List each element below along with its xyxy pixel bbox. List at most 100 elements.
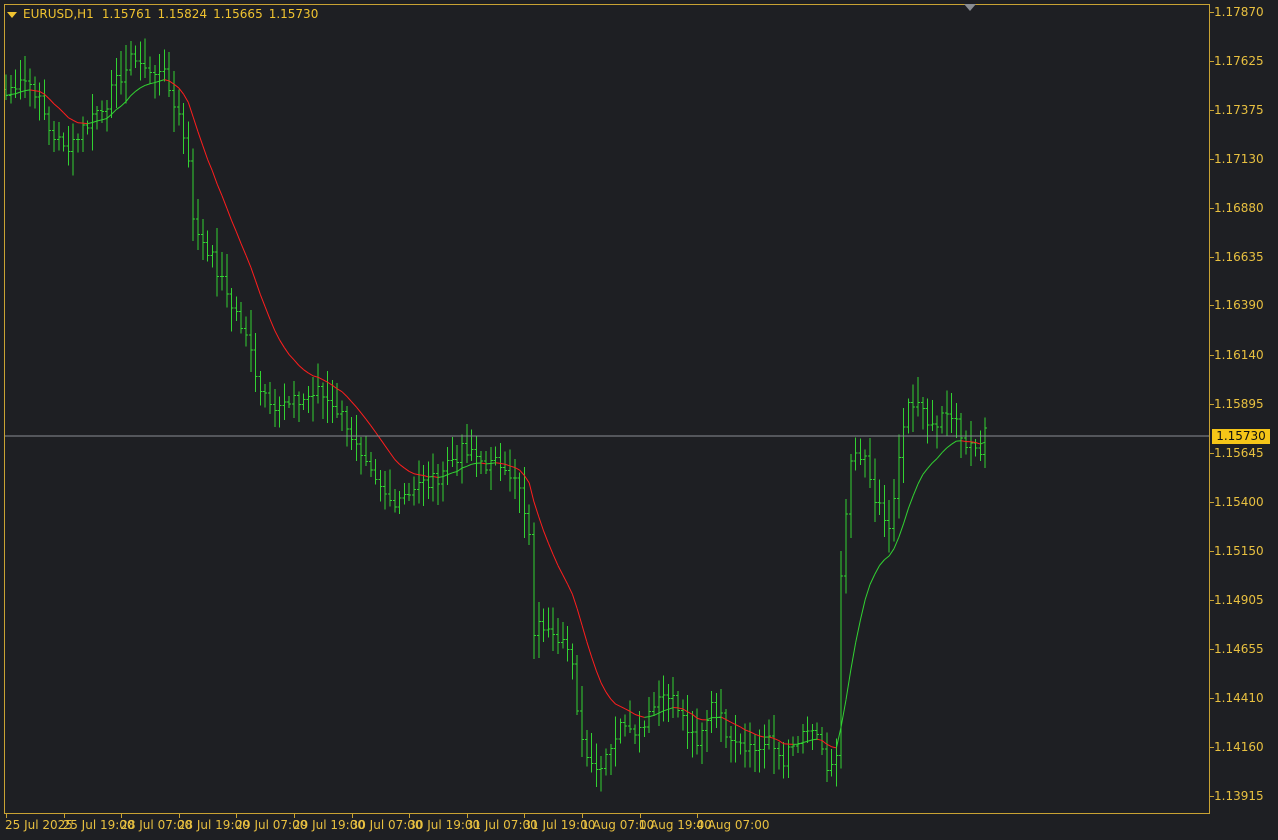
ma-segment bbox=[538, 516, 545, 532]
ma-segment bbox=[961, 440, 967, 443]
ma-segment bbox=[523, 475, 530, 484]
price-tick-label: 1.14410 bbox=[1214, 690, 1264, 705]
price-bar bbox=[877, 479, 882, 515]
ma-segment bbox=[716, 716, 722, 719]
price-bar bbox=[325, 371, 330, 423]
price-bar bbox=[647, 697, 652, 734]
price-bar bbox=[28, 68, 32, 107]
price-bar bbox=[719, 688, 724, 742]
price-bar bbox=[61, 132, 66, 152]
price-bar bbox=[104, 100, 109, 132]
price-bar bbox=[954, 402, 959, 438]
ma-segment bbox=[600, 682, 607, 693]
ma-segment bbox=[442, 474, 448, 478]
price-tick-label: 1.16880 bbox=[1214, 201, 1264, 216]
ma-segment bbox=[481, 462, 487, 465]
ma-segment bbox=[826, 743, 832, 748]
ma-segment bbox=[831, 746, 837, 749]
price-bar bbox=[268, 382, 272, 414]
ma-segment bbox=[778, 740, 784, 745]
chart-window[interactable]: EURUSD,H1 1.15761 1.15824 1.15665 1.1573… bbox=[0, 0, 1278, 840]
price-bar bbox=[608, 744, 613, 775]
price-bar bbox=[80, 116, 85, 153]
ma-segment bbox=[197, 131, 204, 146]
price-tick-label: 1.17375 bbox=[1214, 103, 1264, 118]
ma-segment bbox=[130, 90, 136, 96]
price-tick-label: 1.17130 bbox=[1214, 151, 1264, 166]
price-bar bbox=[762, 724, 767, 769]
ma-segment bbox=[34, 90, 40, 92]
price-bar bbox=[858, 438, 863, 465]
ma-segment bbox=[259, 294, 266, 308]
ma-segment bbox=[231, 220, 237, 233]
ma-segment bbox=[447, 472, 453, 476]
price-bar bbox=[594, 743, 599, 788]
price-bar bbox=[949, 392, 954, 433]
price-tick-label: 1.14655 bbox=[1214, 642, 1264, 657]
ma-segment bbox=[528, 482, 535, 503]
price-bar bbox=[248, 309, 253, 372]
ma-segment bbox=[452, 471, 458, 474]
ma-segment bbox=[63, 112, 69, 118]
price-bar bbox=[373, 459, 378, 485]
price-bar bbox=[536, 602, 541, 659]
price-bar bbox=[52, 121, 56, 153]
ma-segment bbox=[72, 119, 79, 124]
ma-segment bbox=[211, 170, 218, 185]
ma-segment bbox=[433, 476, 439, 478]
ma-segment bbox=[25, 89, 31, 92]
ma-segment bbox=[264, 306, 271, 320]
ma-segment bbox=[274, 330, 281, 341]
ma-segment bbox=[404, 467, 410, 472]
ma-segment bbox=[183, 93, 189, 103]
price-bar bbox=[469, 429, 474, 462]
symbol-info-bar: EURUSD,H1 1.15761 1.15824 1.15665 1.1573… bbox=[7, 6, 324, 22]
price-bar bbox=[359, 436, 364, 475]
price-bar bbox=[512, 458, 517, 499]
ma-segment bbox=[720, 716, 727, 720]
dropdown-triangle-icon[interactable] bbox=[7, 11, 17, 18]
price-bar bbox=[968, 421, 973, 467]
price-bar bbox=[940, 406, 944, 434]
ma-segment bbox=[754, 733, 760, 737]
price-bar bbox=[200, 219, 205, 260]
price-bar bbox=[892, 478, 896, 542]
price-bar bbox=[733, 715, 738, 763]
ma-segment bbox=[888, 548, 895, 557]
price-bar bbox=[311, 377, 316, 422]
ma-segment bbox=[370, 425, 377, 433]
price-bar bbox=[220, 252, 224, 291]
price-bar bbox=[604, 748, 608, 776]
price-bar bbox=[76, 133, 80, 153]
price-bar bbox=[272, 389, 277, 427]
ma-segment bbox=[245, 255, 252, 268]
price-bar bbox=[930, 400, 935, 432]
price-bar bbox=[575, 654, 580, 716]
ma-segment bbox=[922, 468, 928, 475]
ma-segment bbox=[279, 339, 285, 348]
price-bar bbox=[935, 415, 940, 449]
price-bar bbox=[853, 437, 858, 471]
price-bar bbox=[176, 89, 181, 126]
price-bar bbox=[868, 437, 872, 488]
ma-segment bbox=[855, 619, 861, 643]
ma-segment bbox=[658, 710, 664, 714]
price-bar bbox=[181, 102, 186, 155]
ma-segment bbox=[586, 641, 593, 658]
price-bar bbox=[23, 56, 28, 99]
ma-segment bbox=[946, 443, 952, 449]
chart-shift-marker-icon[interactable] bbox=[964, 4, 976, 11]
ma-segment bbox=[576, 608, 583, 626]
ma-segment bbox=[389, 452, 396, 460]
price-plot[interactable] bbox=[0, 0, 1278, 840]
price-bar bbox=[532, 522, 536, 660]
price-bar bbox=[863, 449, 868, 478]
price-bar bbox=[354, 414, 359, 461]
ma-segment bbox=[322, 379, 328, 383]
price-bar bbox=[287, 395, 292, 408]
ma-segment bbox=[423, 474, 429, 478]
price-bar bbox=[484, 451, 488, 474]
price-bar bbox=[133, 45, 138, 69]
ma-segment bbox=[332, 384, 338, 390]
ma-segment bbox=[58, 107, 64, 114]
